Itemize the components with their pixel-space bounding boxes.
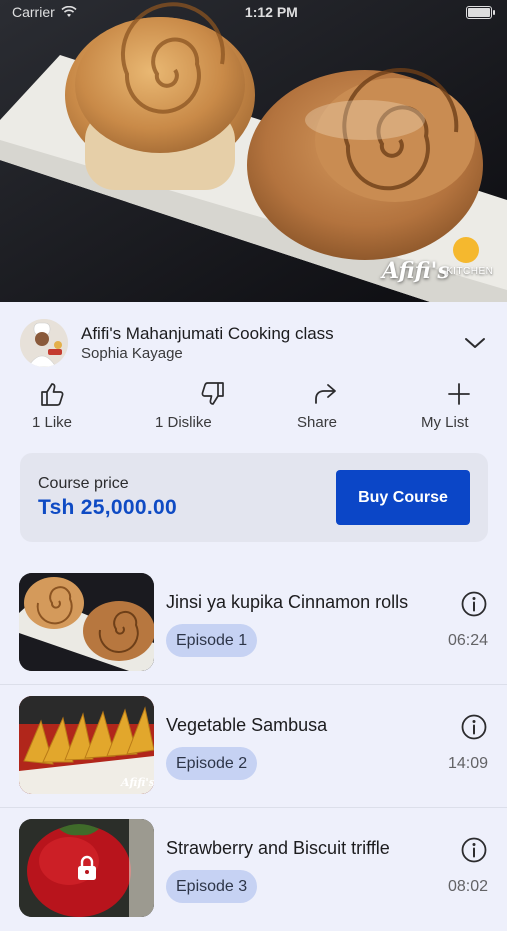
episode-duration: 08:02: [447, 878, 488, 895]
my-list-label: My List: [421, 414, 469, 431]
info-icon: [461, 837, 487, 863]
info-icon: [461, 714, 487, 740]
share-label: Share: [297, 414, 338, 431]
episode-title: Strawberry and Biscuit triffle: [166, 838, 390, 858]
dislike-button[interactable]: 1 Dislike: [155, 380, 225, 431]
share-button[interactable]: Share: [297, 380, 337, 431]
chevron-down-icon: [465, 338, 485, 348]
episode-badge: Episode 3: [166, 870, 258, 903]
sambusa-thumbnail: Afifi's: [19, 696, 154, 794]
price-card: Course price Tsh 25,000.00 Buy Course: [20, 453, 488, 542]
my-list-button[interactable]: My List: [421, 380, 470, 431]
svg-text:Afifi's: Afifi's: [120, 776, 154, 789]
avatar: [20, 319, 68, 367]
wifi-icon: [61, 6, 77, 17]
thumbs-up-icon: [41, 383, 64, 406]
battery-icon: [465, 5, 495, 19]
plus-icon: [447, 383, 470, 405]
episode-title: Vegetable Sambusa: [166, 715, 328, 735]
episode-thumbnail[interactable]: Afifi's: [19, 696, 154, 794]
cinnamon-rolls-photo: [0, 0, 507, 302]
course-title: Afifi's Mahanjumati Cooking class: [81, 323, 334, 343]
episode-row[interactable]: Afifi's Vegetable Sambusa Episode 2 14:0…: [0, 685, 507, 808]
buy-course-button[interactable]: Buy Course: [336, 470, 470, 525]
lock-icon: [77, 855, 96, 880]
thumbs-down-icon: [201, 382, 225, 405]
like-label: 1 Like: [32, 414, 73, 431]
episode-info-button[interactable]: [460, 713, 488, 741]
cinnamon-rolls-thumbnail: [19, 573, 154, 671]
action-bar: 1 Like 1 Dislike Share My List: [0, 380, 507, 436]
carrier-label: Carrier: [12, 4, 55, 20]
course-hero-image[interactable]: Afifi's KITCHEN Carrier 1:12 PM: [0, 0, 507, 302]
share-icon: [315, 384, 336, 404]
course-author: Sophia Kayage: [81, 344, 183, 362]
episode-list: Jinsi ya kupika Cinnamon rolls Episode 1…: [0, 562, 507, 931]
watermark-sub: KITCHEN: [446, 266, 494, 277]
episode-thumbnail[interactable]: [19, 573, 154, 671]
episode-duration: 14:09: [447, 755, 488, 772]
watermark-brand: Afifi's: [382, 258, 450, 284]
course-header: Afifi's Mahanjumati Cooking class Sophia…: [20, 318, 490, 368]
status-left: Carrier: [12, 4, 77, 20]
episode-duration: 06:24: [447, 632, 488, 649]
status-bar: Carrier 1:12 PM: [0, 0, 507, 24]
course-titles: Afifi's Mahanjumati Cooking class Sophia…: [81, 324, 460, 363]
price-label: Course price: [38, 475, 129, 492]
price-value: Tsh 25,000.00: [38, 496, 177, 519]
episode-thumbnail[interactable]: [19, 819, 154, 917]
episode-title: Jinsi ya kupika Cinnamon rolls: [166, 592, 409, 612]
status-time: 1:12 PM: [244, 4, 298, 20]
info-icon: [461, 591, 487, 617]
episode-info-button[interactable]: [460, 836, 488, 864]
episode-badge: Episode 2: [166, 747, 258, 780]
episode-info-button[interactable]: [460, 590, 488, 618]
dislike-label: 1 Dislike: [155, 414, 212, 431]
chef-avatar-image: [20, 319, 68, 367]
like-button[interactable]: 1 Like: [32, 380, 72, 431]
episode-row[interactable]: Jinsi ya kupika Cinnamon rolls Episode 1…: [0, 562, 507, 685]
expand-details-button[interactable]: [460, 328, 490, 358]
episode-badge: Episode 1: [166, 624, 258, 657]
episode-row[interactable]: Strawberry and Biscuit triffle Episode 3…: [0, 808, 507, 931]
